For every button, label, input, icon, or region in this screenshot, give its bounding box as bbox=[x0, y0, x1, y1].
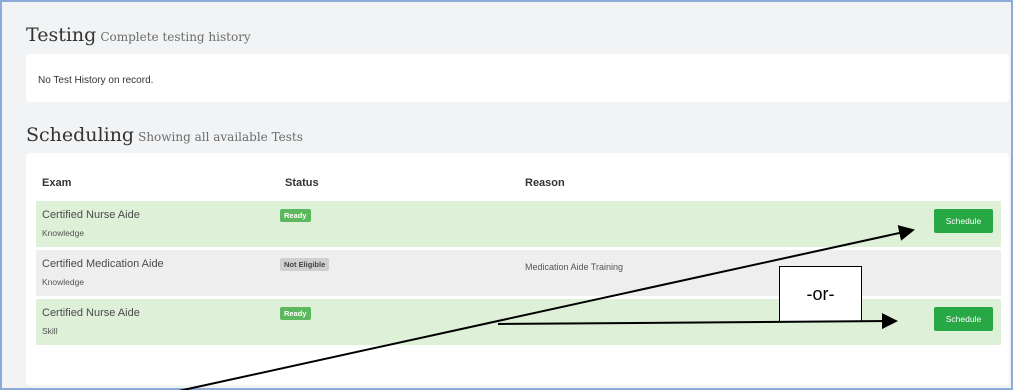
arrow-to-second-schedule bbox=[497, 313, 898, 330]
annotation-arrows bbox=[178, 225, 915, 390]
arrow-to-first-schedule bbox=[178, 225, 915, 390]
